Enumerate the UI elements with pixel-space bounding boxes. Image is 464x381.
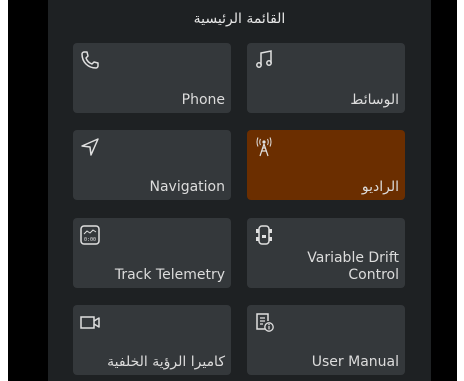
variable-drift-control-tile[interactable]: Variable Drift Control bbox=[247, 218, 405, 288]
video-camera-icon bbox=[79, 311, 101, 333]
user-manual-tile[interactable]: User Manual bbox=[247, 305, 405, 375]
radio-tower-icon bbox=[253, 136, 275, 158]
tile-label: Variable Drift Control bbox=[307, 250, 399, 283]
tile-label: Track Telemetry bbox=[114, 267, 225, 283]
track-telemetry-tile[interactable]: 0:00 Track Telemetry bbox=[73, 218, 231, 288]
tile-label: الوسائط bbox=[350, 92, 399, 108]
phone-tile[interactable]: Phone bbox=[73, 43, 231, 113]
tile-label: كاميرا الرؤية الخلفية bbox=[107, 354, 225, 370]
telemetry-gauge-icon: 0:00 bbox=[79, 224, 101, 246]
phone-icon bbox=[79, 49, 101, 71]
page-title: القائمة الرئيسية bbox=[193, 11, 286, 27]
tile-label: User Manual bbox=[311, 354, 399, 370]
navigation-tile[interactable]: Navigation bbox=[73, 130, 231, 200]
manual-info-icon bbox=[253, 311, 275, 333]
radio-tile[interactable]: الراديو bbox=[247, 130, 405, 200]
tile-label: الراديو bbox=[361, 179, 399, 195]
svg-text:0:00: 0:00 bbox=[84, 237, 96, 243]
car-drift-icon bbox=[253, 224, 275, 246]
navigation-arrow-icon bbox=[79, 136, 101, 158]
rear-camera-tile[interactable]: كاميرا الرؤية الخلفية bbox=[73, 305, 231, 375]
music-note-icon bbox=[253, 49, 275, 71]
tile-label: Navigation bbox=[149, 179, 225, 195]
media-tile[interactable]: الوسائط bbox=[247, 43, 405, 113]
tile-label: Phone bbox=[181, 92, 225, 108]
